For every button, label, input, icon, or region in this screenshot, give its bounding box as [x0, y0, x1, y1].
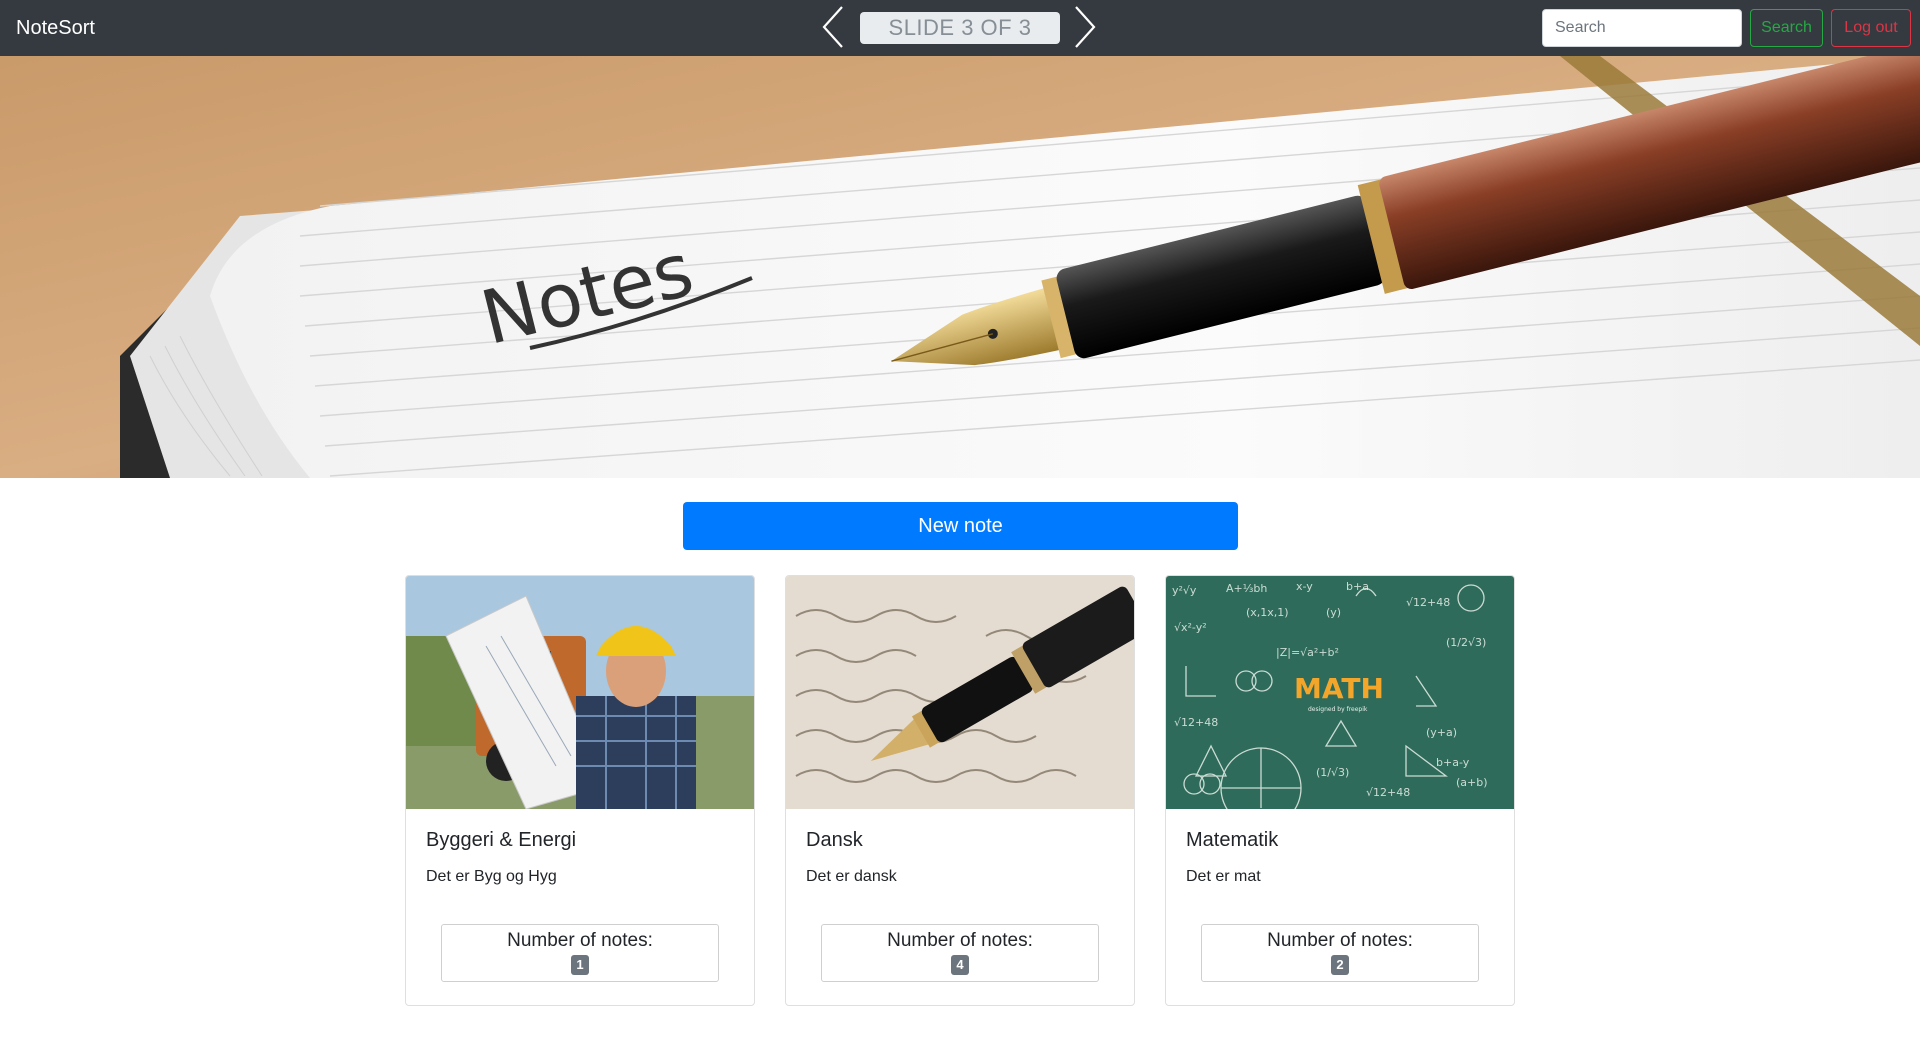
chevron-left-icon[interactable] — [818, 4, 852, 50]
note-count-box: Number of notes: 4 — [821, 924, 1099, 982]
card-image-construction — [406, 576, 754, 809]
svg-text:(1/√3): (1/√3) — [1316, 766, 1349, 779]
svg-text:√x²-y²: √x²-y² — [1174, 621, 1207, 634]
search-button[interactable]: Search — [1750, 9, 1823, 47]
card-description: Det er dansk — [806, 868, 897, 885]
card-title: Dansk — [806, 829, 863, 851]
svg-text:|Z|=√a²+b²: |Z|=√a²+b² — [1276, 646, 1339, 659]
svg-text:(1/2√3): (1/2√3) — [1446, 636, 1486, 649]
math-image-text: MATH — [1294, 672, 1384, 705]
svg-text:(a+b): (a+b) — [1456, 776, 1488, 789]
card-image-pen-letter — [786, 576, 1134, 809]
slide-indicator: SLIDE 3 OF 3 — [860, 12, 1060, 44]
card-description: Det er mat — [1186, 868, 1261, 885]
svg-text:√12+48: √12+48 — [1366, 786, 1410, 799]
svg-text:y²√y: y²√y — [1172, 584, 1197, 597]
card-title: Byggeri & Energi — [426, 829, 577, 851]
card-image-math-chalkboard: y²√y A+⅓bh x-y b+a √12+48 √x²-y² (x,1x,1) (y)… — [1166, 576, 1514, 809]
hero-banner-image: Notes — [0, 56, 1920, 478]
search-input[interactable] — [1542, 9, 1742, 47]
category-card-dansk[interactable]: Dansk Det er dansk Number of notes: 4 — [785, 575, 1135, 1006]
svg-text:x-y: x-y — [1296, 580, 1313, 593]
top-navbar: NoteSort SLIDE 3 OF 3 Search Log out — [0, 0, 1920, 56]
svg-text:b+a: b+a — [1346, 580, 1369, 593]
svg-text:√12+48: √12+48 — [1406, 596, 1450, 609]
chevron-right-icon[interactable] — [1068, 4, 1102, 50]
card-description: Det er Byg og Hyg — [426, 868, 557, 885]
svg-text:√12+48: √12+48 — [1174, 716, 1218, 729]
svg-text:A+⅓bh: A+⅓bh — [1226, 582, 1267, 595]
svg-text:(x,1x,1): (x,1x,1) — [1246, 606, 1289, 619]
new-note-button[interactable]: New note — [683, 502, 1238, 550]
logout-button[interactable]: Log out — [1831, 9, 1911, 47]
math-image-credit: designed by freepik — [1308, 706, 1368, 713]
note-count-label: Number of notes: — [1267, 930, 1413, 951]
note-count-box: Number of notes: 2 — [1201, 924, 1479, 982]
note-count-box: Number of notes: 1 — [441, 924, 719, 982]
svg-text:(y+a): (y+a) — [1426, 726, 1457, 739]
note-count-badge: 1 — [571, 955, 589, 975]
note-count-label: Number of notes: — [887, 930, 1033, 951]
svg-text:(y): (y) — [1326, 606, 1341, 619]
note-count-badge: 2 — [1331, 955, 1349, 975]
note-count-label: Number of notes: — [507, 930, 653, 951]
svg-text:b+a-y: b+a-y — [1436, 756, 1470, 769]
brand-logo[interactable]: NoteSort — [16, 14, 95, 42]
category-card-matematik[interactable]: y²√y A+⅓bh x-y b+a √12+48 √x²-y² (x,1x,1) (y)… — [1165, 575, 1515, 1006]
note-count-badge: 4 — [951, 955, 969, 975]
card-title: Matematik — [1186, 829, 1279, 851]
category-card-byggeri[interactable]: Byggeri & Energi Det er Byg og Hyg Numbe… — [405, 575, 755, 1006]
